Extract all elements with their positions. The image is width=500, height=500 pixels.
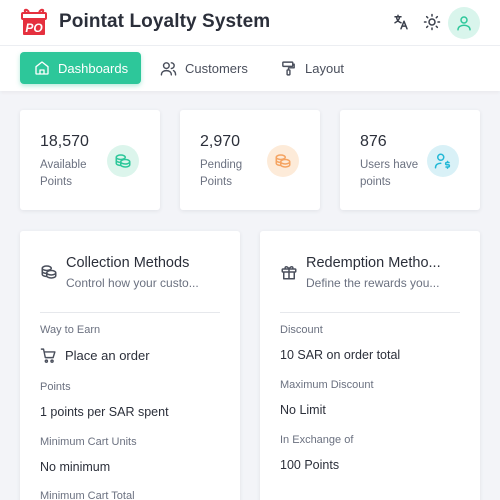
points-value: 1 points per SAR spent <box>40 405 169 419</box>
home-icon <box>35 61 49 75</box>
stat-label: Available Points <box>40 159 87 188</box>
sun-icon[interactable] <box>420 10 444 34</box>
divider <box>40 312 220 313</box>
redemption-title: Redemption Metho... <box>306 255 441 271</box>
coins-icon <box>40 263 58 286</box>
collection-subtitle: Control how your custo... <box>66 276 199 290</box>
discount-label: Discount <box>280 324 323 336</box>
logo-text: PO <box>25 21 43 35</box>
stat-card-available-points: 18,570 Available Points <box>20 110 160 210</box>
cart-icon <box>40 347 57 369</box>
translate-icon[interactable] <box>389 10 413 34</box>
tab-layout-label: Layout <box>305 60 345 76</box>
max-discount-label: Maximum Discount <box>280 379 374 391</box>
main-nav: Dashboards Customers Layout <box>0 45 500 91</box>
redemption-subtitle: Define the rewards you... <box>306 276 440 290</box>
user-dollar-icon <box>427 145 459 177</box>
min-cart-units-label: Minimum Cart Units <box>40 436 137 448</box>
collection-methods-card[interactable]: Collection Methods Control how your cust… <box>20 231 240 500</box>
tab-dashboards[interactable]: Dashboards <box>20 52 142 84</box>
user-icon <box>457 16 471 31</box>
discount-value: 10 SAR on order total <box>280 348 401 362</box>
stat-label: Users have points <box>360 159 419 188</box>
stat-value: 876 <box>360 133 387 150</box>
exchange-label: In Exchange of <box>280 434 354 446</box>
tab-layout[interactable]: Layout <box>280 52 344 84</box>
redemption-methods-card[interactable]: Redemption Metho... Define the rewards y… <box>260 231 480 500</box>
stat-card-users-have-points: 876 Users have points <box>340 110 480 210</box>
app-logo[interactable]: PO <box>20 7 48 37</box>
coins-icon <box>267 145 299 177</box>
tab-dashboards-label: Dashboards <box>58 60 129 76</box>
gift-icon <box>280 263 298 286</box>
user-avatar[interactable] <box>448 7 480 39</box>
coins-icon <box>107 145 139 177</box>
min-cart-units-value: No minimum <box>40 460 111 474</box>
app-title: Pointat Loyalty System <box>59 11 271 32</box>
way-to-earn-value: Place an order <box>65 348 150 363</box>
stat-value: 2,970 <box>200 133 241 150</box>
max-discount-value: No Limit <box>280 403 326 417</box>
collection-title: Collection Methods <box>66 255 190 271</box>
tab-customers-label: Customers <box>185 60 248 76</box>
users-icon <box>160 61 177 76</box>
top-header: PO Pointat Loyalty System <box>0 0 500 45</box>
stat-value: 18,570 <box>40 133 89 150</box>
tab-customers[interactable]: Customers <box>160 52 248 84</box>
paint-roller-icon <box>282 60 295 76</box>
stat-label: Pending Points <box>200 159 243 188</box>
divider <box>280 312 460 313</box>
stat-card-pending-points: 2,970 Pending Points <box>180 110 320 210</box>
way-to-earn-label: Way to Earn <box>40 324 101 336</box>
points-label: Points <box>40 381 71 393</box>
exchange-value: 100 Points <box>280 458 340 472</box>
min-cart-total-label: Minimum Cart Total <box>40 490 135 500</box>
